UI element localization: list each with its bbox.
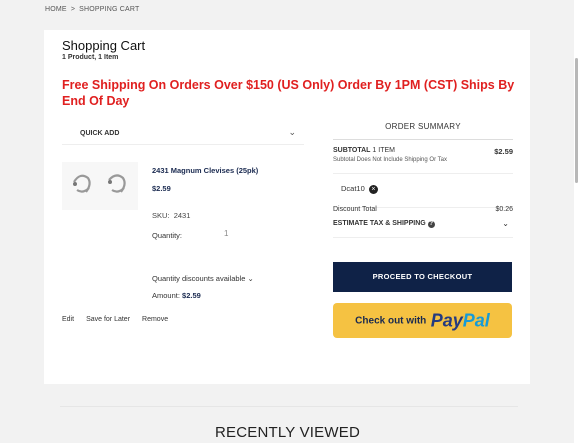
proceed-to-checkout-button[interactable]: PROCEED TO CHECKOUT — [333, 262, 512, 292]
close-circle-icon[interactable]: × — [368, 184, 378, 194]
line-amount: Amount: $2.59 — [152, 291, 201, 300]
breadcrumb-home[interactable]: HOME — [45, 6, 67, 13]
coupon-chip: Dcat10 × — [333, 174, 513, 194]
estimate-label: ESTIMATE TAX & SHIPPING — [333, 220, 426, 227]
save-for-later-link[interactable]: Save for Later — [86, 316, 130, 323]
item-actions: Edit Save for Later Remove — [62, 316, 180, 323]
coupon-code: Dcat10 — [341, 184, 365, 193]
discount-row: Discount Total $0.26 — [333, 194, 513, 213]
chevron-down-icon: ⌄ — [288, 127, 296, 137]
subtotal-note: Subtotal Does Not Include Shipping Or Ta… — [333, 157, 447, 163]
remove-link[interactable]: Remove — [142, 316, 168, 323]
paypal-logo: PayPal — [430, 310, 490, 331]
sku-value: 2431 — [173, 211, 191, 220]
scrollbar-thumb[interactable] — [575, 58, 578, 183]
recently-viewed-heading: RECENTLY VIEWED — [215, 424, 360, 441]
promo-banner: Free Shipping On Orders Over $150 (US On… — [62, 78, 515, 108]
subtotal-value: $2.59 — [494, 147, 513, 156]
estimate-tax-shipping-toggle[interactable]: ESTIMATE TAX & SHIPPING ? ⌄ — [333, 208, 513, 238]
cart-panel: Shopping Cart 1 Product, 1 Item Free Shi… — [44, 30, 530, 384]
product-name-link[interactable]: 2431 Magnum Clevises (25pk) — [152, 166, 258, 175]
quick-add-toggle[interactable]: QUICK ADD ⌄ — [62, 123, 304, 145]
cart-count: 1 Product, 1 Item — [62, 54, 119, 61]
amount-label: Amount: — [152, 291, 180, 300]
paypal-checkout-button[interactable]: Check out with PayPal — [333, 303, 512, 338]
chevron-down-icon: ⌄ — [247, 274, 254, 283]
quantity-label: Quantity: — [152, 231, 183, 240]
product-image[interactable] — [62, 162, 138, 210]
product-sku: SKU: 2431 — [152, 211, 190, 220]
amount-value: $2.59 — [182, 291, 201, 300]
chevron-down-icon: ⌄ — [502, 219, 509, 228]
breadcrumb-separator: > — [70, 6, 76, 13]
quantity-input[interactable]: 1 — [224, 229, 228, 238]
divider — [60, 406, 518, 407]
paypal-prefix: Check out with — [355, 315, 427, 327]
edit-link[interactable]: Edit — [62, 316, 74, 323]
page-title: Shopping Cart — [62, 38, 146, 53]
quantity-discounts-toggle[interactable]: Quantity discounts available ⌄ — [152, 274, 254, 283]
sku-label: SKU: — [152, 211, 170, 220]
subtotal-row: SUBTOTAL 1 ITEM Subtotal Does Not Includ… — [333, 140, 513, 174]
breadcrumb-current: SHOPPING CART — [79, 6, 140, 13]
order-summary: ORDER SUMMARY SUBTOTAL 1 ITEM Subtotal D… — [333, 116, 513, 338]
help-circle-icon: ? — [427, 221, 435, 228]
order-summary-heading: ORDER SUMMARY — [333, 116, 513, 140]
breadcrumb: HOME > SHOPPING CART — [45, 6, 140, 13]
product-price: $2.59 — [152, 184, 171, 193]
subtotal-label: SUBTOTAL 1 ITEM — [333, 147, 395, 154]
quick-add-label: QUICK ADD — [80, 130, 120, 137]
scrollbar[interactable] — [574, 0, 579, 443]
quantity-discounts-label: Quantity discounts available — [152, 274, 246, 283]
